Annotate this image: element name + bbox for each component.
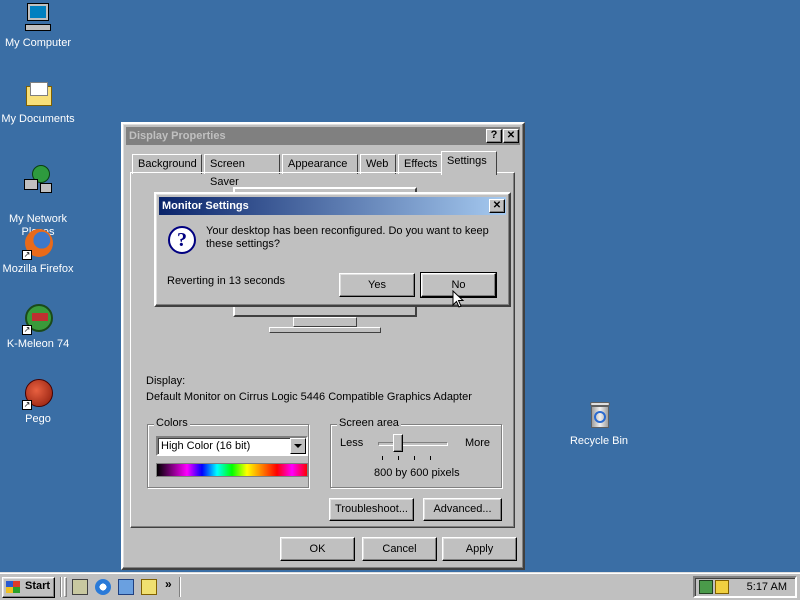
monitor-settings-titlebar[interactable]: Monitor Settings ✕ xyxy=(159,197,506,215)
screen-area-group: Screen area Less More 800 by 600 pixels xyxy=(330,417,502,488)
resolution-slider-thumb[interactable] xyxy=(393,434,403,452)
display-properties-window: Display Properties ? ✕ Background Screen… xyxy=(121,122,525,570)
troubleshoot-button[interactable]: Troubleshoot... xyxy=(329,498,414,521)
firefox-icon: ↗ xyxy=(22,228,54,260)
outlook-express-icon[interactable] xyxy=(118,579,134,595)
tab-settings[interactable]: Settings xyxy=(441,151,497,175)
clock[interactable]: 5:17 AM xyxy=(747,581,787,593)
desktop-icon-my-computer[interactable]: My Computer xyxy=(0,2,76,50)
ok-button[interactable]: OK xyxy=(280,537,355,561)
windows-logo-icon xyxy=(6,581,20,593)
colors-legend: Colors xyxy=(154,417,190,429)
display-settings-tray-icon[interactable] xyxy=(699,580,713,594)
start-button[interactable]: Start xyxy=(2,577,55,598)
pego-icon: ↗ xyxy=(22,378,54,410)
dialog-title: Monitor Settings xyxy=(162,200,249,212)
view-channels-icon[interactable] xyxy=(141,579,157,595)
slider-ticks xyxy=(382,456,446,460)
taskbar-separator xyxy=(60,577,62,597)
question-icon: ? xyxy=(168,226,196,254)
help-button[interactable]: ? xyxy=(486,129,502,143)
desktop-icon-my-documents[interactable]: My Documents xyxy=(0,78,76,126)
close-button[interactable]: ✕ xyxy=(489,199,505,213)
desktop-icon-pego[interactable]: ↗ Pego xyxy=(0,378,76,426)
quicklaunch-more-button[interactable]: » xyxy=(165,577,172,591)
shortcut-arrow-icon: ↗ xyxy=(22,400,32,410)
display-adapter-text: Default Monitor on Cirrus Logic 5446 Com… xyxy=(146,391,472,403)
desktop-icon-recycle-bin[interactable]: Recycle Bin xyxy=(561,400,637,448)
kmeleon-icon: ↗ xyxy=(22,303,54,335)
folder-icon xyxy=(22,78,54,110)
quicklaunch-grip[interactable] xyxy=(64,577,67,597)
desktop-icon-label: My Documents xyxy=(1,113,75,125)
desktop-icon-label: My Computer xyxy=(4,37,72,49)
show-desktop-icon[interactable] xyxy=(72,579,88,595)
colors-selected-value: High Color (16 bit) xyxy=(161,440,251,452)
taskbar-separator xyxy=(179,577,181,597)
taskbar: Start » 5:17 AM xyxy=(0,572,800,600)
less-label: Less xyxy=(340,437,364,449)
resolution-slider-track[interactable] xyxy=(378,442,448,446)
desktop-icon-label: Pego xyxy=(25,413,51,425)
tab-strip: Background Screen Saver Appearance Web E… xyxy=(132,151,512,188)
tab-background[interactable]: Background xyxy=(132,154,202,174)
display-properties-titlebar[interactable]: Display Properties ? ✕ xyxy=(126,127,520,145)
display-label: Display: xyxy=(146,375,186,387)
system-tray: 5:17 AM xyxy=(693,576,797,598)
recycle-bin-icon xyxy=(583,400,615,432)
window-title: Display Properties xyxy=(129,130,226,142)
desktop-icon-firefox[interactable]: ↗ Mozilla Firefox xyxy=(0,228,76,276)
color-spectrum-bar xyxy=(156,463,308,477)
shortcut-arrow-icon: ↗ xyxy=(22,250,32,260)
start-label: Start xyxy=(25,580,51,592)
shortcut-arrow-icon: ↗ xyxy=(22,325,32,335)
mouse-cursor-icon xyxy=(452,290,465,308)
tab-screen-saver[interactable]: Screen Saver xyxy=(204,154,280,188)
countdown-text: Reverting in 13 seconds xyxy=(167,275,286,287)
network-icon xyxy=(22,165,54,197)
desktop-icon-label: Mozilla Firefox xyxy=(2,263,74,275)
colors-dropdown[interactable]: High Color (16 bit) xyxy=(156,436,308,456)
dialog-message: Your desktop has been reconfigured. Do y… xyxy=(206,225,489,250)
apply-button[interactable]: Apply xyxy=(442,537,517,561)
internet-explorer-icon[interactable] xyxy=(95,579,111,595)
chevron-down-icon[interactable] xyxy=(290,438,306,454)
yes-button[interactable]: Yes xyxy=(339,273,415,297)
screen-area-legend: Screen area xyxy=(337,417,401,429)
colors-group: Colors High Color (16 bit) xyxy=(147,417,309,488)
scheduler-tray-icon[interactable] xyxy=(715,580,729,594)
advanced-button[interactable]: Advanced... xyxy=(423,498,502,521)
desktop-icon-label: K-Meleon 74 xyxy=(6,338,70,350)
desktop-icon-kmeleon[interactable]: ↗ K-Meleon 74 xyxy=(0,303,76,351)
tab-effects[interactable]: Effects xyxy=(398,154,442,174)
more-label: More xyxy=(464,437,490,449)
tab-appearance[interactable]: Appearance xyxy=(282,154,358,174)
computer-icon xyxy=(22,2,54,34)
tab-web[interactable]: Web xyxy=(360,154,396,174)
desktop-icon-label: Recycle Bin xyxy=(569,435,629,447)
cancel-button[interactable]: Cancel xyxy=(362,537,437,561)
close-button[interactable]: ✕ xyxy=(503,129,519,143)
resolution-value: 800 by 600 pixels xyxy=(374,467,460,479)
